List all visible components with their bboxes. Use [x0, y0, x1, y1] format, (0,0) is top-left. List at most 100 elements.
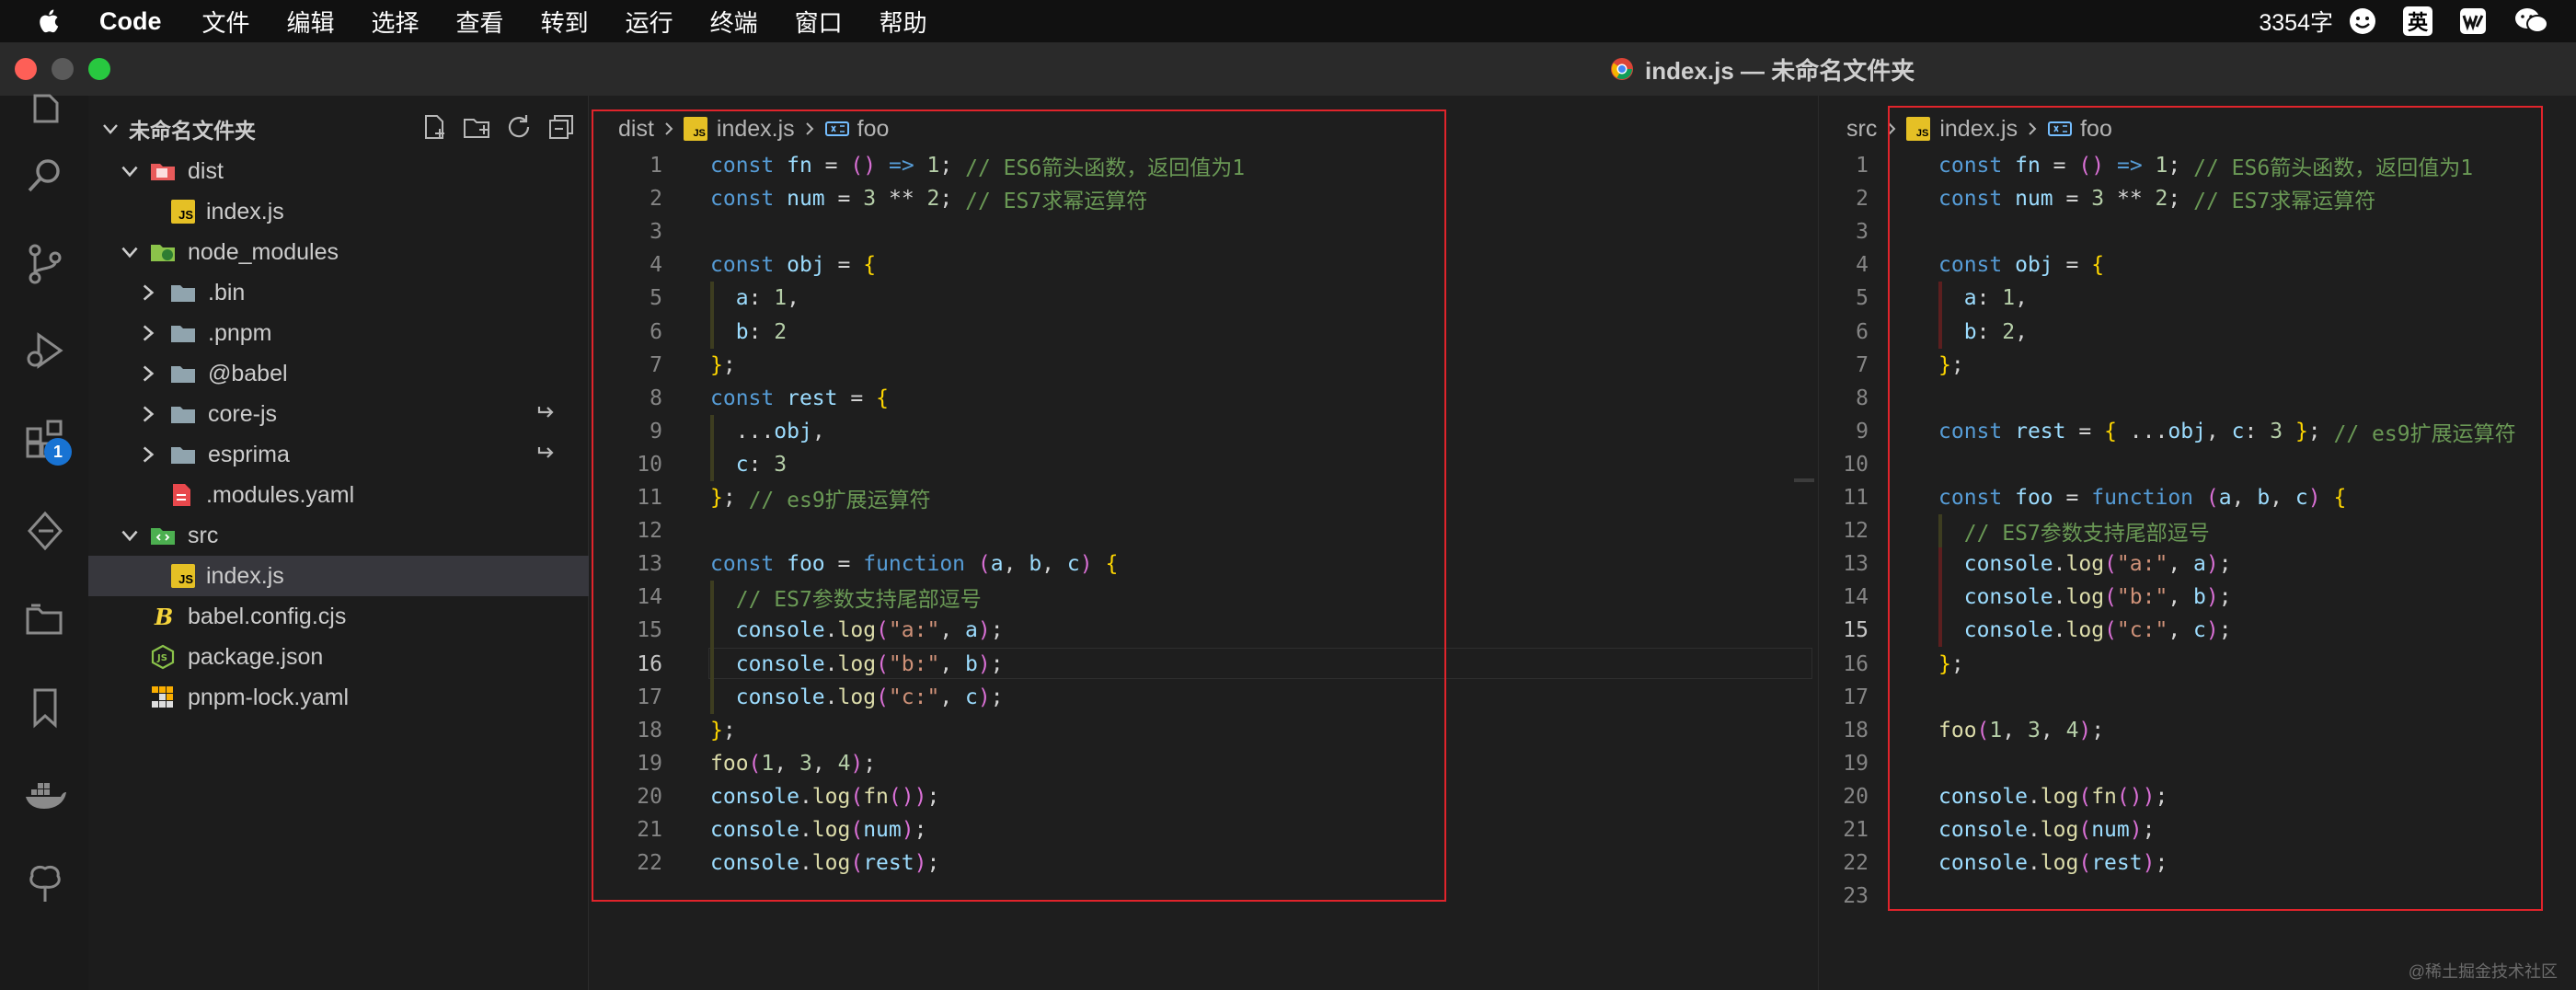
tree-label: dist — [188, 157, 224, 184]
tree-label: index.js — [206, 198, 284, 224]
line-number: 10 — [1843, 452, 1869, 477]
close-window-button[interactable] — [15, 58, 37, 80]
wps-icon[interactable] — [2458, 6, 2488, 36]
highlight-box-right — [1888, 106, 2543, 911]
chevron-right-icon[interactable] — [136, 443, 160, 466]
chevron-down-icon[interactable] — [118, 524, 142, 547]
workspace-title: 未命名文件夹 — [129, 119, 256, 143]
node-modules-folder-icon — [151, 245, 175, 261]
menubar-tray: 3354字 英 — [2259, 0, 2576, 42]
line-number: 14 — [1843, 585, 1869, 610]
nodejs-file-icon: JS — [151, 644, 175, 670]
search-icon[interactable] — [22, 153, 68, 199]
tree-file-babel-config[interactable]: B babel.config.cjs — [88, 596, 589, 637]
wechat-icon[interactable] — [2513, 6, 2550, 36]
menu-window[interactable]: 窗口 — [795, 5, 843, 39]
smiley-icon[interactable] — [2348, 6, 2377, 36]
svg-text:JS: JS — [156, 653, 167, 663]
minimize-window-button[interactable] — [52, 58, 74, 80]
line-number: 11 — [1843, 486, 1869, 510]
explorer-header[interactable]: 未命名文件夹 — [88, 109, 589, 149]
tree-folder-core-js[interactable]: core-js — [88, 394, 589, 434]
tree-folder-esprima[interactable]: esprima — [88, 434, 589, 475]
highlight-box-left — [592, 109, 1446, 902]
docker-icon[interactable] — [22, 773, 68, 819]
line-number: 8 — [1856, 386, 1869, 410]
line-number: 15 — [1843, 618, 1869, 643]
tree-folder-node-modules[interactable]: node_modules — [88, 232, 589, 272]
tree-file-src-index-js[interactable]: JS index.js — [88, 556, 589, 596]
bookmark-icon[interactable] — [22, 685, 68, 731]
refresh-icon[interactable] — [504, 112, 534, 142]
folders-icon[interactable] — [22, 596, 68, 642]
folder-icon — [171, 366, 195, 383]
new-folder-icon[interactable] — [462, 112, 491, 142]
pnpm-file-icon — [152, 686, 173, 708]
chevron-right-icon[interactable] — [136, 402, 160, 426]
menu-go[interactable]: 转到 — [541, 5, 589, 39]
window-titlebar: index.js — 未命名文件夹 — [0, 42, 2576, 96]
menu-run[interactable]: 运行 — [626, 5, 673, 39]
babel-file-icon: B — [154, 604, 173, 630]
explorer-icon[interactable] — [22, 90, 68, 136]
menu-file[interactable]: 文件 — [202, 5, 250, 39]
chevron-right-icon[interactable] — [136, 281, 160, 305]
line-number: 12 — [1843, 519, 1869, 544]
tree-label: babel.config.cjs — [188, 603, 347, 629]
tree-folder-src[interactable]: src — [88, 515, 589, 556]
git-graph-icon[interactable] — [22, 508, 68, 554]
tree-file-pnpm-lock[interactable]: pnpm-lock.yaml — [88, 677, 589, 718]
tree-file-modules-yaml[interactable]: .modules.yaml — [88, 475, 589, 515]
chevron-down-icon[interactable] — [118, 240, 142, 264]
maximize-window-button[interactable] — [88, 58, 110, 80]
source-control-icon[interactable] — [22, 241, 68, 287]
folder-icon — [171, 326, 195, 342]
menu-help[interactable]: 帮助 — [880, 5, 927, 39]
line-number: 22 — [1843, 851, 1869, 876]
chevron-down-icon[interactable] — [99, 118, 121, 140]
src-folder-icon — [151, 528, 175, 545]
chrome-icon — [1611, 58, 1633, 80]
tree-label: package.json — [188, 643, 324, 670]
word-count[interactable]: 3354字 — [2259, 5, 2333, 38]
js-file-icon: JS — [171, 564, 195, 588]
collapse-all-icon[interactable] — [546, 112, 576, 142]
line-number: 20 — [1843, 784, 1869, 809]
run-debug-icon[interactable] — [22, 328, 68, 374]
yaml-file-icon — [173, 484, 190, 506]
tree-file-dist-index-js[interactable]: JS index.js — [88, 191, 589, 232]
extensions-badge: 1 — [44, 438, 72, 466]
tree-icon[interactable] — [22, 861, 68, 907]
tree-file-package-json[interactable]: JS package.json — [88, 637, 589, 677]
menu-terminal[interactable]: 终端 — [710, 5, 758, 39]
symlink-icon — [537, 447, 554, 458]
tree-folder-dist[interactable]: dist — [88, 151, 589, 191]
input-method-icon[interactable]: 英 — [2403, 6, 2432, 36]
menu-edit[interactable]: 编辑 — [287, 5, 335, 39]
window-title-text: index.js — 未命名文件夹 — [1645, 56, 1915, 85]
tree-label: core-js — [208, 400, 278, 427]
line-number: 4 — [1856, 253, 1869, 278]
folder-icon — [171, 285, 195, 302]
tree-label: .bin — [208, 279, 246, 305]
menu-view[interactable]: 查看 — [456, 5, 504, 39]
tree-folder-babel[interactable]: @babel — [88, 353, 589, 394]
breadcrumb-folder[interactable]: src — [1846, 116, 1877, 143]
menu-selection[interactable]: 选择 — [372, 5, 420, 39]
folder-icon — [171, 407, 195, 423]
input-method-label: 英 — [2403, 6, 2432, 36]
chevron-down-icon[interactable] — [118, 159, 142, 183]
apple-logo-icon[interactable] — [35, 6, 64, 36]
chevron-right-icon[interactable] — [136, 362, 160, 386]
tree-folder-pnpm[interactable]: .pnpm — [88, 313, 589, 353]
js-file-icon: JS — [171, 200, 195, 224]
chevron-right-icon[interactable] — [136, 321, 160, 345]
menu-app-name[interactable]: Code — [99, 7, 162, 36]
tree-label: @babel — [208, 360, 288, 386]
tree-label: esprima — [208, 441, 290, 467]
line-number: 17 — [1843, 685, 1869, 709]
window-title: index.js — 未命名文件夹 — [1610, 42, 1915, 96]
dist-folder-icon — [151, 164, 175, 180]
new-file-icon[interactable] — [420, 112, 449, 142]
tree-folder-bin[interactable]: .bin — [88, 272, 589, 313]
